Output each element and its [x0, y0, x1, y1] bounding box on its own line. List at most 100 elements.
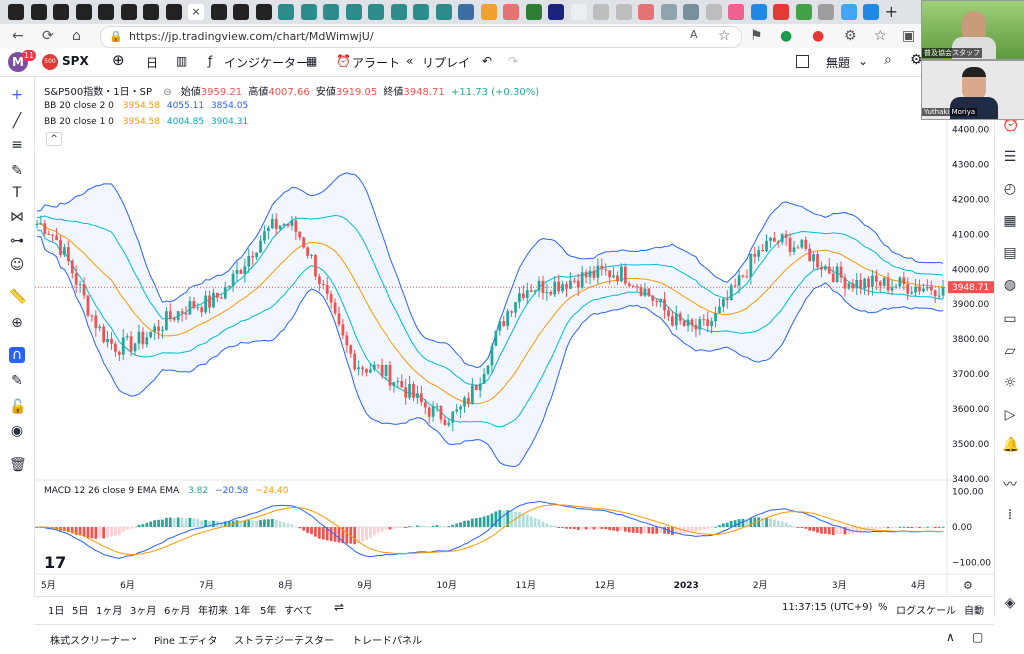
browser-tab-icon[interactable] [795, 4, 812, 20]
prediction-icon[interactable]: ⊶ [9, 233, 25, 249]
chart-type-icon[interactable]: ▥ [176, 54, 187, 68]
range-button[interactable]: 1年 [234, 602, 250, 617]
browser-tab-icon[interactable] [728, 4, 744, 20]
legend-title[interactable]: S&P500指数・1日・SP [44, 87, 152, 98]
pulse-icon[interactable]: ◍ [1002, 277, 1018, 293]
templates-icon[interactable]: ▦ [306, 54, 317, 68]
chat-icon[interactable]: ▭ [1002, 311, 1018, 327]
magnet-icon[interactable]: ∩ [9, 347, 25, 363]
read-aloud-icon[interactable]: A [690, 28, 698, 41]
ideas-icon[interactable]: ▱ [1002, 343, 1018, 359]
browser-tab-icon[interactable] [480, 4, 497, 20]
browser-tab-icon[interactable] [660, 4, 677, 20]
indicators-button[interactable]: インジケーター [224, 54, 308, 71]
browser-tab-icon[interactable] [143, 4, 159, 20]
browser-tab-icon[interactable] [120, 4, 137, 20]
browser-tab-icon[interactable] [638, 4, 654, 20]
favorites-bar-icon[interactable]: ☆ [874, 28, 887, 44]
tradingview-logo-icon[interactable]: 17 [44, 553, 66, 572]
browser-tab-icon[interactable] [773, 4, 789, 20]
maximize-panel-icon[interactable]: ▢ [972, 630, 983, 644]
symbol-search[interactable]: SPX [62, 54, 89, 68]
browser-tab-icon[interactable] [368, 4, 384, 20]
watchlist-icon[interactable]: ☰ [1002, 149, 1018, 165]
extension-icon-2[interactable]: ● [780, 28, 792, 44]
eye-icon[interactable]: ◉ [9, 423, 25, 439]
collections-icon[interactable]: ▣ [902, 28, 915, 44]
log-scale-toggle[interactable]: ログスケール [896, 602, 956, 617]
browser-tab-icon[interactable] [345, 4, 362, 20]
search-icon[interactable]: ⌕ [884, 52, 892, 68]
range-button[interactable]: すべて [284, 602, 313, 617]
text-icon[interactable]: T [9, 185, 25, 201]
layout-checkbox-icon[interactable] [796, 55, 809, 68]
indicators-icon[interactable]: ƒ [208, 54, 212, 68]
range-button[interactable]: 1日 [48, 602, 64, 617]
range-button[interactable]: 5年 [260, 602, 276, 617]
bb2-legend[interactable]: BB 20 close 2 0 3954.58 4055.11 3854.05 [44, 101, 248, 111]
alert-button[interactable]: アラート [352, 54, 400, 71]
collapse-legend-icon[interactable]: ^ [46, 132, 62, 146]
browser-tab-icon[interactable] [413, 4, 429, 20]
compare-icon[interactable]: ⊕ [112, 51, 125, 69]
browser-tab-icon[interactable] [233, 4, 249, 20]
stock-screener-dropdown-icon[interactable]: ⌄ [130, 632, 138, 643]
browser-tab-icon[interactable] [210, 4, 227, 20]
back-icon[interactable]: ← [12, 28, 24, 44]
undo-icon[interactable]: ↶ [482, 54, 492, 68]
browser-tab-icon[interactable] [278, 4, 294, 20]
favorite-icon[interactable]: ☆ [718, 28, 731, 44]
browser-tab-icon[interactable] [818, 4, 834, 20]
browser-tab-icon[interactable] [323, 4, 339, 20]
auto-toggle[interactable]: 自動 [964, 602, 984, 617]
redo-icon[interactable]: ↷ [508, 54, 518, 68]
browser-tab-icon[interactable] [98, 4, 114, 20]
browser-tab-icon[interactable] [548, 4, 564, 20]
collapse-panel-icon[interactable]: ∧ [946, 630, 955, 644]
browser-tab-icon[interactable] [30, 4, 47, 20]
range-button[interactable]: 年初来 [198, 602, 228, 617]
news-icon[interactable]: ▤ [1002, 245, 1018, 261]
data-window-icon[interactable]: ◴ [1002, 181, 1018, 197]
browser-tab-icon[interactable] [390, 4, 407, 20]
browser-tab-icon[interactable] [840, 4, 857, 20]
reload-icon[interactable]: ⟳ [42, 28, 54, 44]
crosshair-icon[interactable]: + [9, 87, 25, 103]
fib-icon[interactable]: ≡ [9, 137, 25, 153]
browser-tab-icon[interactable] [593, 4, 609, 20]
extension-icon-4[interactable]: ⚙ [844, 28, 857, 44]
range-button[interactable]: 1ヶ月 [96, 602, 122, 617]
clock-time[interactable]: 11:37:15 (UTC+9) [782, 602, 872, 613]
replay-icon[interactable]: « [406, 54, 413, 68]
layers-icon[interactable]: ◈ [1002, 595, 1018, 611]
alert-icon[interactable]: ⏰ [336, 54, 351, 68]
browser-tab-icon[interactable] [683, 4, 699, 20]
brush-icon[interactable]: ✎ [9, 163, 25, 179]
eye-toggle-icon[interactable]: ⊖ [163, 87, 171, 98]
tab-strategy-tester[interactable]: ストラテジーテスター [234, 632, 334, 647]
tab-trade-panel[interactable]: トレードパネル [352, 632, 422, 647]
browser-tab-icon[interactable] [458, 4, 474, 20]
browser-tab-icon[interactable] [750, 4, 767, 20]
trash-icon[interactable]: 🗑 [9, 457, 27, 473]
browser-tab-icon[interactable] [525, 4, 542, 20]
browser-tab-icon[interactable] [615, 4, 632, 20]
browser-tab-icon[interactable] [53, 4, 69, 20]
stream-icon[interactable]: ▷ [1002, 407, 1018, 423]
trendline-icon[interactable]: ╱ [9, 113, 25, 129]
home-icon[interactable]: ⌂ [72, 28, 81, 44]
browser-tab-icon[interactable] [503, 4, 519, 20]
browser-tab-icon[interactable] [300, 4, 317, 20]
range-button[interactable]: 3ヶ月 [130, 602, 156, 617]
range-button[interactable]: 6ヶ月 [164, 602, 190, 617]
emoji-icon[interactable]: ☺ [9, 257, 25, 273]
browser-tab-icon[interactable] [255, 4, 272, 20]
replay-button[interactable]: リプレイ [422, 54, 470, 71]
calendar-icon[interactable]: ▦ [1002, 213, 1018, 229]
bb1-legend[interactable]: BB 20 close 1 0 3954.58 4004.85 3904.31 [44, 117, 248, 127]
chart-area[interactable]: 4500.004400.004300.004200.004100.004000.… [35, 77, 994, 595]
extension-icon[interactable]: ⚑ [750, 28, 763, 44]
lightbulb-icon[interactable]: ☼ [1002, 375, 1018, 391]
macd-legend[interactable]: MACD 12 26 close 9 EMA EMA 3.82 −20.58 −… [44, 486, 288, 496]
url-field[interactable]: 🔒 https://jp.tradingview.com/chart/MdWim… [100, 26, 742, 48]
